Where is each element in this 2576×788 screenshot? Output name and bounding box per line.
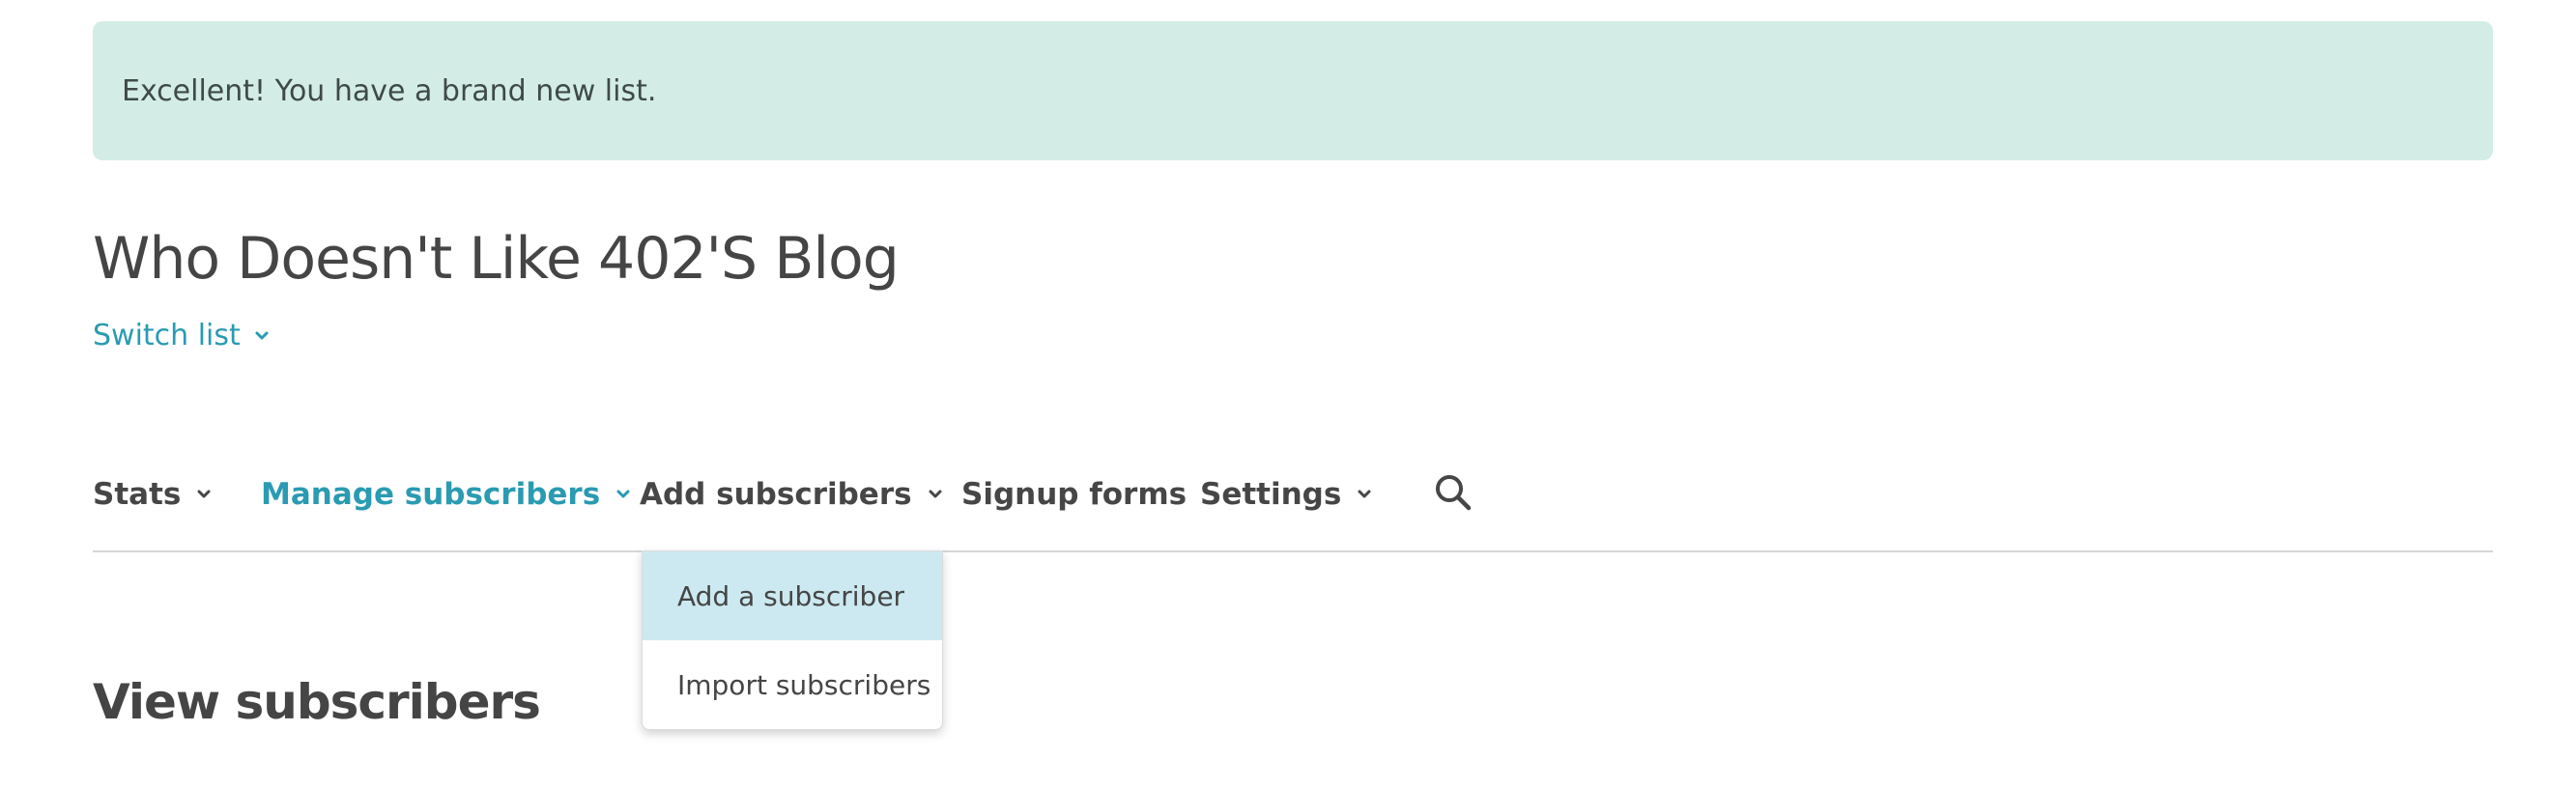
chevron-down-icon: [615, 487, 631, 502]
nav-settings-label: Settings: [1200, 477, 1342, 512]
nav-manage-subscribers[interactable]: Manage subscribers: [261, 477, 631, 512]
search-icon[interactable]: [1430, 469, 1478, 518]
section-title: View subscribers: [93, 674, 541, 730]
nav-stats-label: Stats: [93, 477, 182, 512]
nav-signup-forms-label: Signup forms: [961, 477, 1188, 512]
nav-signup-forms[interactable]: Signup forms: [961, 477, 1187, 512]
page-title: Who Doesn't Like 402'S Blog: [93, 225, 900, 293]
add-subscribers-dropdown: Add a subscriber Import subscribers: [642, 550, 943, 730]
banner-message: Excellent! You have a brand new list.: [122, 73, 657, 108]
chevron-down-icon: [196, 487, 212, 502]
switch-list-label: Switch list: [93, 319, 241, 352]
nav-settings[interactable]: Settings: [1200, 477, 1372, 512]
switch-list-link[interactable]: Switch list: [93, 319, 270, 352]
list-nav: Stats Manage subscribers Add subscribers…: [93, 467, 2493, 552]
nav-stats[interactable]: Stats: [93, 477, 212, 512]
chevron-down-icon: [254, 328, 270, 344]
dropdown-item-add-a-subscriber[interactable]: Add a subscriber: [643, 551, 942, 640]
nav-add-subscribers-label: Add subscribers: [640, 477, 912, 512]
dropdown-item-import-subscribers[interactable]: Import subscribers: [643, 640, 942, 729]
nav-add-subscribers[interactable]: Add subscribers: [640, 477, 943, 512]
nav-manage-subscribers-label: Manage subscribers: [261, 477, 601, 512]
dropdown-item-label: Add a subscriber: [677, 579, 905, 612]
chevron-down-icon: [928, 487, 943, 502]
chevron-down-icon: [1357, 487, 1372, 502]
success-banner: Excellent! You have a brand new list.: [93, 21, 2493, 160]
dropdown-item-label: Import subscribers: [677, 668, 931, 701]
